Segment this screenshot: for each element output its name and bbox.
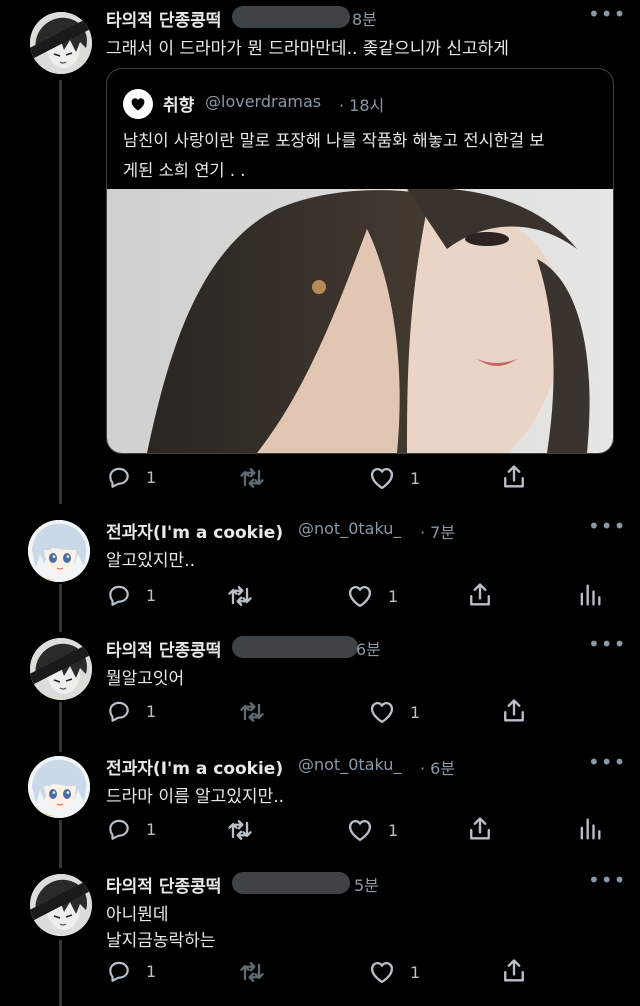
quoted-handle[interactable]: @loverdramas [205, 92, 321, 111]
heart-icon [368, 698, 396, 726]
retweet-button[interactable] [238, 958, 266, 986]
like-button[interactable]: 1 [368, 958, 420, 986]
avatar[interactable] [28, 756, 90, 818]
ellipsis-icon[interactable]: ••• [588, 750, 626, 774]
redacted-handle [232, 636, 358, 658]
thread-line [59, 940, 62, 1006]
timestamp[interactable]: · 7분 [420, 519, 455, 543]
retweet-icon [238, 698, 266, 726]
display-name[interactable]: 타의적 단종콩떡 [106, 636, 221, 661]
analytics-button[interactable] [576, 815, 604, 843]
quoted-timestamp[interactable]: · 18시 [339, 92, 384, 116]
quoted-text-line: 게된 소희 연기 . . [123, 161, 246, 180]
retweet-icon [238, 958, 266, 986]
reply-count: 1 [146, 467, 157, 487]
reply-count: 1 [146, 819, 157, 839]
tweet-text-line: 아니뭔데 [106, 905, 169, 925]
share-button[interactable] [500, 957, 528, 985]
retweet-button[interactable] [226, 582, 254, 610]
like-button[interactable]: 1 [346, 582, 398, 610]
speech-bubble-icon [106, 958, 132, 984]
avatar[interactable] [28, 520, 90, 582]
avatar[interactable] [123, 89, 153, 119]
share-icon [500, 463, 528, 491]
share-button[interactable] [466, 815, 494, 843]
reply-button[interactable]: 1 [106, 816, 156, 842]
heart-icon [368, 464, 396, 492]
thread-line [59, 702, 62, 752]
like-count: 1 [388, 820, 399, 840]
quoted-tweet[interactable]: 취향 @loverdramas · 18시 남친이 사랑이란 말로 포장해 나를… [106, 68, 614, 454]
heart-icon [346, 816, 374, 844]
avatar[interactable] [30, 12, 92, 74]
timestamp[interactable]: · 6분 [420, 755, 455, 779]
handle[interactable]: @not_0taku_ [298, 755, 401, 774]
thread-line [59, 820, 62, 868]
thread-line [59, 80, 62, 504]
quoted-text-line: 남친이 사랑이란 말로 포장해 나를 작품화 해놓고 전시한걸 보 [123, 131, 545, 150]
share-icon [500, 697, 528, 725]
timestamp[interactable]: 8분 [352, 6, 377, 30]
display-name[interactable]: 전과자(I'm a cookie) [106, 518, 283, 543]
tweet-text: 드라마 이름 알고있지만.. [106, 787, 285, 807]
bar-chart-icon [576, 581, 604, 609]
retweet-button[interactable] [238, 698, 266, 726]
ellipsis-icon[interactable]: ••• [588, 632, 626, 656]
speech-bubble-icon [106, 582, 132, 608]
ellipsis-icon[interactable]: ••• [588, 868, 626, 892]
retweet-icon [226, 582, 254, 610]
retweet-icon [238, 464, 266, 492]
share-button[interactable] [500, 463, 528, 491]
display-name[interactable]: 타의적 단종콩떡 [106, 872, 221, 897]
retweet-button[interactable] [238, 464, 266, 492]
avatar[interactable] [30, 874, 92, 936]
share-button[interactable] [500, 697, 528, 725]
reply-count: 1 [146, 961, 157, 981]
timestamp[interactable]: 5분 [354, 872, 379, 896]
reply-count: 1 [146, 701, 157, 721]
share-icon [500, 957, 528, 985]
ellipsis-icon[interactable]: ••• [588, 514, 626, 538]
thread-line [59, 584, 62, 632]
speech-bubble-icon [106, 816, 132, 842]
display-name[interactable]: 타의적 단종콩떡 [106, 6, 221, 31]
reply-button[interactable]: 1 [106, 582, 156, 608]
like-button[interactable]: 1 [368, 464, 420, 492]
ellipsis-icon[interactable]: ••• [588, 2, 626, 26]
quoted-photo[interactable] [107, 189, 613, 453]
reply-button[interactable]: 1 [106, 698, 156, 724]
like-button[interactable]: 1 [346, 816, 398, 844]
retweet-icon [226, 816, 254, 844]
like-count: 1 [410, 962, 421, 982]
tweet-text: 알고있지만.. [106, 551, 196, 571]
share-icon [466, 581, 494, 609]
bar-chart-icon [576, 815, 604, 843]
redacted-handle [232, 872, 350, 894]
heart-icon [368, 958, 396, 986]
heart-icon [131, 98, 145, 111]
tweet-text: 그래서 이 드라마가 뭔 드라마만데.. 좆같으니까 신고하게 [106, 39, 509, 59]
quoted-display-name[interactable]: 취향 [163, 91, 194, 116]
redacted-handle [232, 6, 350, 28]
like-button[interactable]: 1 [368, 698, 420, 726]
reply-button[interactable]: 1 [106, 958, 156, 984]
handle[interactable]: @not_0taku_ [298, 519, 401, 538]
like-count: 1 [410, 702, 421, 722]
tweet-text: 뭘알고잇어 [106, 669, 185, 689]
reply-count: 1 [146, 585, 157, 605]
tweet-text-line: 날지금농락하는 [106, 931, 216, 951]
timestamp[interactable]: 6분 [356, 636, 381, 660]
display-name[interactable]: 전과자(I'm a cookie) [106, 754, 283, 779]
speech-bubble-icon [106, 698, 132, 724]
speech-bubble-icon [106, 464, 132, 490]
avatar[interactable] [30, 638, 92, 700]
retweet-button[interactable] [226, 816, 254, 844]
heart-icon [346, 582, 374, 610]
share-icon [466, 815, 494, 843]
like-count: 1 [388, 586, 399, 606]
like-count: 1 [410, 468, 421, 488]
reply-button[interactable]: 1 [106, 464, 156, 490]
analytics-button[interactable] [576, 581, 604, 609]
share-button[interactable] [466, 581, 494, 609]
